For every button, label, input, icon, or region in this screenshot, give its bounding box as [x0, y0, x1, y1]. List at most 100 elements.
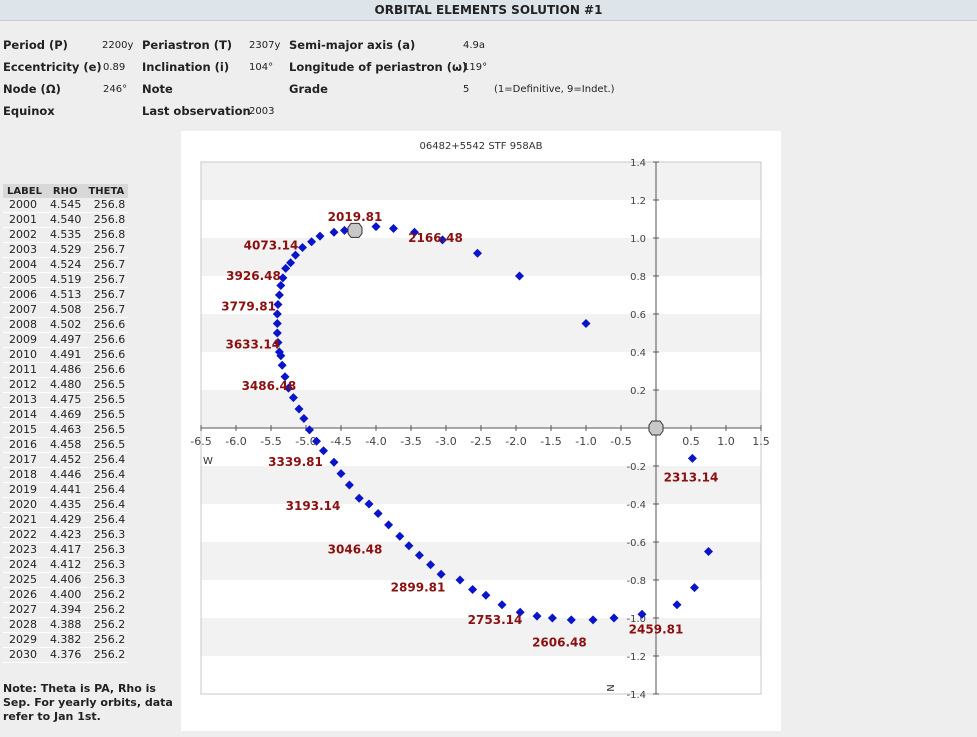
cell-label: 2028	[3, 617, 46, 633]
table-row: 2014 4.469 256.5	[3, 407, 129, 423]
cell-rho: 4.545	[45, 198, 85, 213]
cell-theta: 256.7	[84, 272, 129, 288]
grade-value: 5	[463, 84, 470, 95]
table-row: 2003 4.529 256.7	[3, 242, 129, 258]
table-row: 2022 4.423 256.3	[3, 527, 129, 543]
cell-theta: 256.2	[84, 617, 129, 633]
epoch-label: 2313.14	[664, 470, 719, 484]
note-label: Note	[142, 82, 173, 96]
y-tick-label: 0.4	[630, 348, 646, 359]
x-tick-label: 1.0	[717, 435, 735, 448]
last-observation-label: Last observation	[142, 104, 251, 118]
grid-band	[201, 390, 761, 428]
epoch-label: 4073.14	[244, 239, 299, 253]
table-row: 2027 4.394 256.2	[3, 602, 129, 618]
equinox-label: Equinox	[3, 104, 55, 118]
table-row: 2028 4.388 256.2	[3, 617, 129, 633]
cell-label: 2019	[3, 482, 46, 498]
epoch-label: 2019.81	[328, 210, 383, 224]
cell-theta: 256.3	[84, 572, 129, 588]
cell-theta: 256.7	[84, 287, 129, 303]
table-row: 2016 4.458 256.5	[3, 437, 129, 453]
cell-rho: 4.400	[45, 587, 85, 603]
cell-rho: 4.423	[45, 527, 85, 543]
cell-label: 2018	[3, 467, 46, 483]
table-row: 2008 4.502 256.6	[3, 317, 129, 333]
grid-band	[201, 542, 761, 580]
x-tick-label: 0.5	[682, 435, 700, 448]
x-tick-label: -4.0	[365, 435, 386, 448]
cell-theta: 256.4	[84, 497, 129, 513]
epoch-label: 3339.81	[268, 455, 323, 469]
eccentricity-value: 0.89	[103, 62, 126, 73]
orbit-point	[672, 600, 682, 610]
cell-label: 2024	[3, 557, 46, 573]
cell-label: 2021	[3, 512, 46, 528]
cell-label: 2011	[3, 362, 46, 378]
cell-label: 2009	[3, 332, 46, 348]
orbit-point	[481, 590, 491, 600]
orbit-point	[329, 227, 339, 237]
epoch-label: 3486.48	[242, 379, 297, 393]
chart-title: 06482+5542 STF 958AB	[420, 141, 543, 152]
cell-rho: 4.394	[45, 602, 85, 618]
longitude-periastron-label: Longitude of periastron (ω)	[289, 60, 468, 74]
cell-label: 2015	[3, 422, 46, 438]
cell-rho: 4.441	[45, 482, 85, 498]
cell-rho: 4.417	[45, 542, 85, 558]
orbit-point	[277, 360, 287, 370]
cell-label: 2025	[3, 572, 46, 588]
cell-label: 2012	[3, 377, 46, 393]
orbit-point	[274, 290, 284, 300]
orbit-point	[497, 600, 507, 610]
cell-rho: 4.513	[45, 287, 85, 303]
cell-rho: 4.486	[45, 362, 85, 378]
x-tick-label: -0.5	[610, 435, 631, 448]
grid-band	[201, 162, 761, 200]
cell-rho: 4.535	[45, 227, 85, 243]
y-tick-label: -0.2	[626, 462, 646, 473]
cell-theta: 256.7	[84, 242, 129, 258]
cell-label: 2027	[3, 602, 46, 618]
cell-label: 2010	[3, 347, 46, 363]
x-tick-label: -2.0	[505, 435, 526, 448]
cell-theta: 256.6	[84, 362, 129, 378]
cell-theta: 256.4	[84, 482, 129, 498]
orbit-point	[687, 453, 697, 463]
cell-label: 2005	[3, 272, 46, 288]
epoch-label: 3926.48	[226, 269, 281, 283]
cell-label: 2029	[3, 632, 46, 648]
period-value: 2200y	[102, 40, 134, 51]
orbit-point	[384, 520, 394, 530]
y-tick-label: -0.4	[626, 500, 646, 511]
table-row: 2004 4.524 256.7	[3, 257, 129, 273]
node-label: Node (Ω)	[3, 82, 61, 96]
table-row: 2011 4.486 256.6	[3, 362, 129, 378]
eccentricity-label: Eccentricity (e)	[3, 60, 102, 74]
table-row: 2029 4.382 256.2	[3, 632, 129, 648]
y-tick-label: 1.0	[630, 234, 646, 245]
column-header-rho: RHO	[45, 184, 85, 198]
cell-rho: 4.502	[45, 317, 85, 333]
epoch-label: 2606.48	[532, 636, 587, 650]
cell-rho: 4.463	[45, 422, 85, 438]
ephemeris-header-row: LABEL RHO THETA	[3, 184, 129, 198]
cell-theta: 256.5	[84, 392, 129, 408]
cell-rho: 4.540	[45, 212, 85, 228]
orbit-plot-svg: -6.5 -6.0 -5.5 -5.0 -4.5 -4.0 -3.5 -3.0 -2.5 -2.0…	[190, 141, 769, 701]
table-row: 2001 4.540 256.8	[3, 212, 129, 228]
cell-theta: 256.6	[84, 347, 129, 363]
table-row: 2023 4.417 256.3	[3, 542, 129, 558]
cell-theta: 256.8	[84, 198, 129, 213]
cell-label: 2008	[3, 317, 46, 333]
cell-theta: 256.5	[84, 437, 129, 453]
cell-rho: 4.508	[45, 302, 85, 318]
cell-theta: 256.3	[84, 527, 129, 543]
x-tick-label: -1.0	[575, 435, 596, 448]
cell-label: 2030	[3, 647, 46, 663]
cell-theta: 256.5	[84, 377, 129, 393]
orbit-point	[319, 446, 328, 456]
longitude-periastron-value: 119°	[463, 62, 488, 73]
y-axis-label: N	[604, 684, 615, 691]
cell-label: 2001	[3, 212, 46, 228]
